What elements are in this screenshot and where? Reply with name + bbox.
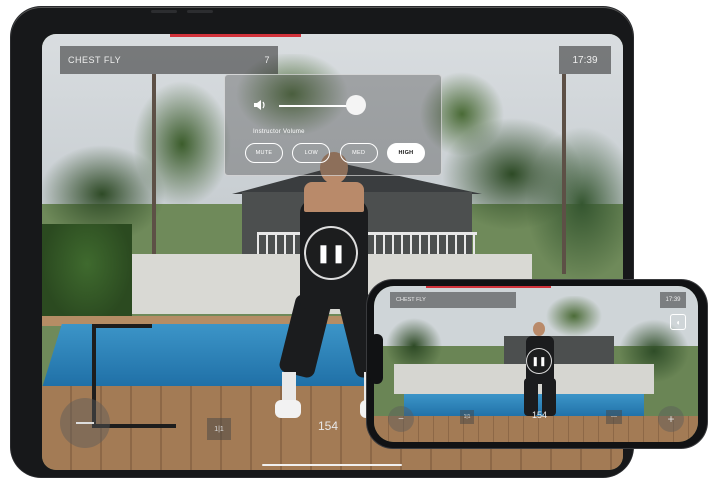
decrease-weight-button[interactable] <box>60 398 110 448</box>
volume-option-high[interactable]: HIGH <box>386 143 425 163</box>
volume-option-low[interactable]: LOW <box>292 143 331 163</box>
pause-icon: ❚❚ <box>531 355 547 366</box>
phone-notch <box>370 334 383 384</box>
pause-icon: ❚❚ <box>315 242 347 263</box>
weight-indicator: 1|1 <box>460 410 474 424</box>
phone-workout-screen: CHEST FLY 17:39 ◖ ❚❚ − 1|1 154 — + <box>374 286 698 442</box>
trainer-shoe <box>275 400 301 418</box>
exercise-title: CHEST FLY <box>68 55 122 65</box>
hedge <box>42 224 132 324</box>
speaker-icon[interactable]: ◖ <box>670 314 686 330</box>
phone-device: CHEST FLY 17:39 ◖ ❚❚ − 1|1 154 — + <box>367 280 707 448</box>
clock: 17:39 <box>559 46 611 74</box>
home-indicator[interactable] <box>262 464 402 466</box>
volume-slider-knob[interactable] <box>346 95 366 115</box>
workout-progress-bar <box>170 34 301 37</box>
workout-progress-bar <box>426 286 551 288</box>
set-counter: 7 <box>264 55 270 65</box>
decrease-weight-button[interactable]: − <box>388 406 414 432</box>
palm-tree <box>562 74 566 274</box>
volume-option-mute[interactable]: MUTE <box>245 143 283 163</box>
volume-option-med[interactable]: MED <box>339 143 378 163</box>
rep-count: 154 <box>532 410 548 420</box>
increase-weight-button[interactable]: + <box>658 406 684 432</box>
palm-tree <box>152 74 156 274</box>
tablet-volume-button <box>187 10 213 13</box>
pause-button[interactable]: ❚❚ <box>526 348 552 374</box>
pause-button[interactable]: ❚❚ <box>304 226 358 280</box>
speaker-icon[interactable] <box>253 99 267 114</box>
rep-count: 154 <box>318 419 339 433</box>
exercise-title: CHEST FLY <box>390 292 516 308</box>
trainer-head <box>533 322 545 336</box>
clock: 17:39 <box>660 292 686 308</box>
instructor-volume-label: Instructor Volume <box>253 129 305 135</box>
volume-panel: Instructor Volume MUTE LOW MED HIGH <box>224 74 442 176</box>
weight-bar-indicator: — <box>606 410 622 424</box>
exercise-title-bar: CHEST FLY 7 <box>60 46 278 74</box>
tablet-volume-button <box>151 10 177 13</box>
trainer-arms <box>304 182 364 212</box>
volume-options: MUTE LOW MED HIGH <box>245 143 425 163</box>
weight-indicator: 1|1 <box>207 418 231 440</box>
